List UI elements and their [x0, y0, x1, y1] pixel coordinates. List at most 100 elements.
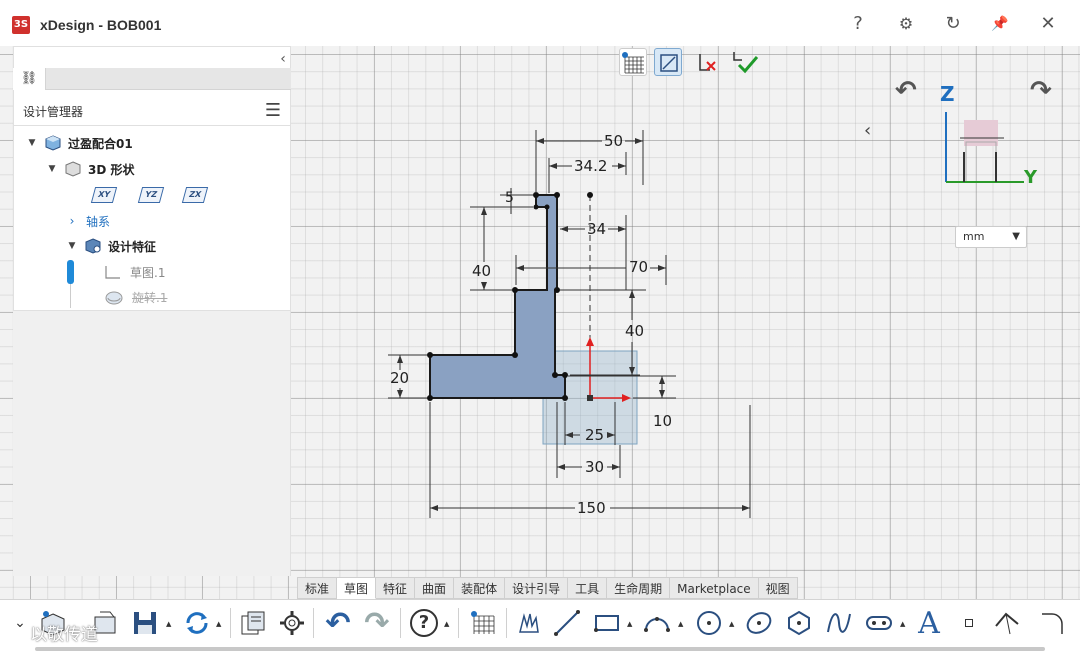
menu-icon[interactable]: ☰: [265, 100, 281, 121]
tree-item-axes[interactable]: › 轴系: [66, 211, 110, 231]
title-bar: 3S xDesign - BOB001 ? ⚙ ↻ 📌 ✕: [0, 0, 1080, 46]
pin-button[interactable]: 📌: [988, 12, 1012, 36]
collapse-panel-button[interactable]: ‹: [276, 52, 290, 66]
plane-xy-button[interactable]: XY: [90, 187, 118, 203]
tree-marker: [67, 260, 74, 284]
tab-design-guide[interactable]: 设计引导: [505, 577, 569, 599]
rotate-right-button[interactable]: ↷: [1030, 76, 1052, 106]
units-select[interactable]: mm ▼: [955, 226, 1027, 248]
properties-button[interactable]: [236, 606, 270, 640]
plane-yz-button[interactable]: YZ: [137, 187, 165, 203]
help-button[interactable]: ?: [846, 12, 870, 36]
undo-button[interactable]: ↶: [321, 606, 355, 641]
tab-lifecycle[interactable]: 生命周期: [607, 577, 671, 599]
refresh-button[interactable]: ↻: [941, 12, 965, 36]
fillet-button[interactable]: [990, 606, 1024, 640]
plane-zx-button[interactable]: ZX: [181, 187, 209, 203]
revolve-icon: [105, 291, 123, 305]
rectangle-more-icon[interactable]: ▲: [627, 620, 632, 628]
dimension-34-2[interactable]: 34.2: [574, 157, 607, 175]
save-more-icon[interactable]: ▲: [166, 620, 171, 628]
chevron-down-icon: ▼: [1012, 231, 1020, 242]
sketch-fillet-button[interactable]: [1036, 606, 1070, 640]
tree-item-shapes[interactable]: ▼ 3D 形状: [46, 159, 135, 179]
ellipse-button[interactable]: [742, 606, 776, 640]
dimension-30[interactable]: 30: [585, 458, 604, 476]
text-button[interactable]: A: [912, 606, 946, 641]
update-icon: [186, 612, 208, 634]
dimension-40-right[interactable]: 40: [625, 322, 644, 340]
expand-arrow-icon[interactable]: ▼: [46, 164, 58, 174]
tab-tools[interactable]: 工具: [568, 577, 608, 599]
circle-more-icon[interactable]: ▲: [729, 620, 734, 628]
expand-viewcube-button[interactable]: ‹: [864, 120, 871, 141]
save-button[interactable]: [128, 606, 162, 640]
dimension-150[interactable]: 150: [577, 499, 606, 517]
tab-feature[interactable]: 特征: [376, 577, 416, 599]
grid-snap-tool[interactable]: [619, 48, 647, 76]
tree-label-axes: 轴系: [86, 214, 111, 229]
settings-button[interactable]: ⚙: [894, 12, 918, 36]
expand-arrow-icon[interactable]: ▼: [66, 241, 78, 251]
sketch-plane-icon: [660, 54, 678, 72]
dimension-10[interactable]: 10: [653, 412, 672, 430]
tab-surface[interactable]: 曲面: [415, 577, 455, 599]
grid-icon: [471, 611, 495, 634]
tree-item-features[interactable]: ▼ 设计特征: [66, 236, 156, 256]
panel-tab-bar: ⛓: [13, 68, 291, 90]
tab-view[interactable]: 视图: [758, 577, 798, 599]
help-more-icon[interactable]: ▲: [444, 620, 449, 628]
arc-more-icon[interactable]: ▲: [678, 620, 683, 628]
spline-button[interactable]: [822, 606, 856, 640]
dimension-40-left[interactable]: 40: [472, 262, 491, 280]
dimension-34[interactable]: 34: [587, 220, 606, 238]
point-button[interactable]: [952, 606, 986, 640]
tree-item-sketch[interactable]: 草图.1: [104, 262, 165, 282]
tab-standard[interactable]: 标准: [297, 577, 338, 599]
line-button[interactable]: [550, 606, 584, 640]
slot-button[interactable]: [862, 606, 896, 640]
tab-marketplace[interactable]: Marketplace: [670, 577, 759, 599]
dimension-50[interactable]: 50: [604, 132, 623, 150]
cancel-sketch-tool[interactable]: [694, 48, 722, 76]
tree-item-root[interactable]: ▼ 过盈配合01: [26, 133, 133, 153]
rectangle-button[interactable]: [590, 606, 624, 640]
panel-title: 设计管理器: [23, 105, 84, 119]
app-title: xDesign - BOB001: [40, 17, 162, 33]
exit-sketch-tool[interactable]: [730, 48, 759, 76]
rotate-left-button[interactable]: ↶: [895, 76, 917, 106]
tree-label-root: 过盈配合01: [68, 136, 133, 151]
dimension-25[interactable]: 25: [585, 426, 604, 444]
expand-arrow-icon[interactable]: ▼: [26, 138, 38, 148]
settings-tool-button[interactable]: [275, 606, 309, 640]
dimension-20[interactable]: 20: [390, 369, 409, 387]
arc-button[interactable]: [640, 606, 674, 640]
tree-item-revolve[interactable]: 旋转.1: [104, 287, 167, 307]
toolbar-collapse-button[interactable]: ⌄: [10, 606, 30, 640]
chevron-right-icon[interactable]: ›: [66, 214, 78, 228]
help-icon: ?: [410, 609, 438, 637]
assembly-icon: [45, 135, 61, 151]
sketch-view-tool[interactable]: [654, 48, 682, 76]
dimension-70[interactable]: 70: [629, 258, 648, 276]
slot-more-icon[interactable]: ▲: [900, 620, 905, 628]
circle-button[interactable]: [692, 606, 726, 640]
update-button[interactable]: [180, 606, 214, 640]
polygon-icon: [788, 610, 810, 636]
tab-sketch[interactable]: 草图: [337, 577, 377, 599]
exit-sketch-icon: [733, 52, 759, 74]
toolbar-scrollbar[interactable]: [35, 647, 1045, 651]
help-tool-button[interactable]: ?: [407, 606, 441, 640]
polygon-button[interactable]: [782, 606, 816, 640]
dimension-5[interactable]: 5: [505, 190, 514, 206]
corner-icon: [1042, 613, 1063, 634]
update-more-icon[interactable]: ▲: [216, 620, 221, 628]
tree-tab[interactable]: ⛓: [13, 68, 46, 90]
view-cube[interactable]: [944, 112, 1024, 192]
redo-button[interactable]: ↷: [360, 606, 394, 641]
spline-icon: [827, 613, 851, 633]
grid-button[interactable]: [466, 606, 500, 640]
close-button[interactable]: ✕: [1036, 12, 1060, 36]
tab-assembly[interactable]: 装配体: [454, 577, 506, 599]
sketch-select-button[interactable]: [512, 606, 546, 640]
